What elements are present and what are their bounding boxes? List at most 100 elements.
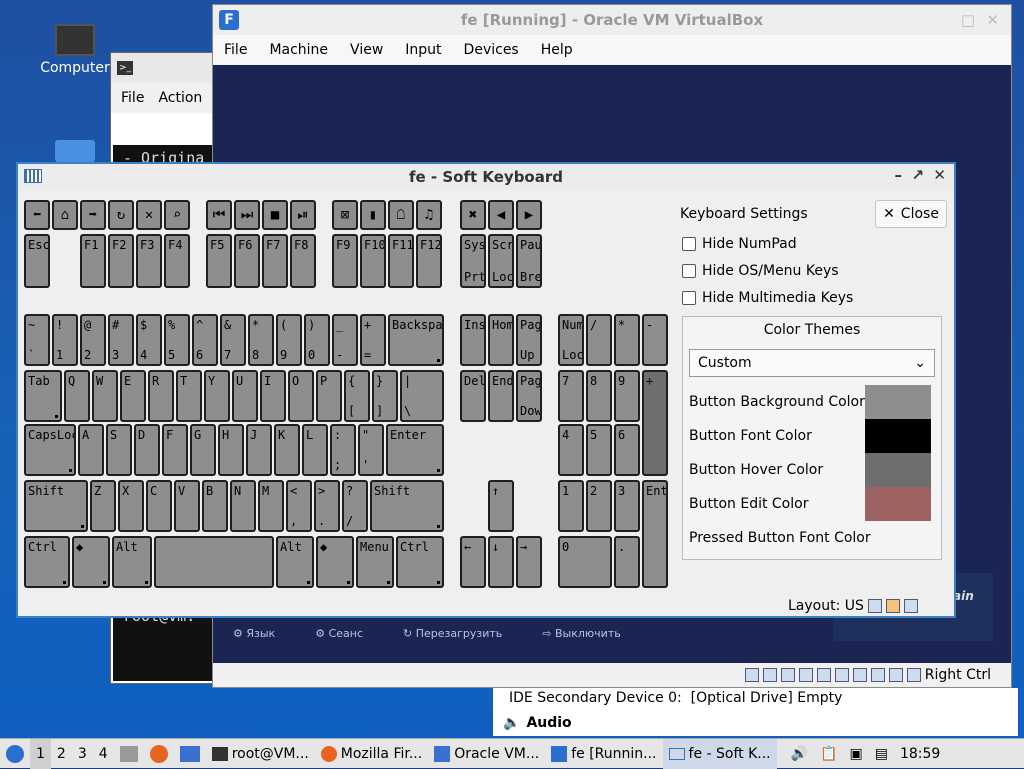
numlock-key[interactable]: NumLock [558, 314, 584, 366]
arrow-left-key[interactable]: ← [460, 536, 486, 588]
task-terminal[interactable]: root@VM... [206, 739, 315, 769]
vbox-menu-view[interactable]: View [339, 42, 394, 58]
multimedia-key[interactable]: ↻ [108, 200, 134, 230]
function-key-f3[interactable]: F3 [136, 234, 162, 288]
function-key-f4[interactable]: F4 [164, 234, 190, 288]
workspace-4[interactable]: 4 [93, 739, 114, 769]
key-l[interactable]: L [302, 424, 328, 476]
workspace-1[interactable]: 1 [30, 738, 51, 769]
file-manager-launcher[interactable] [114, 739, 144, 769]
firefox-launcher[interactable] [144, 739, 174, 769]
key-a[interactable]: A [78, 424, 104, 476]
vm-language-item[interactable]: ⚙ Язык [233, 627, 275, 640]
multimedia-key[interactable]: ♫ [416, 200, 442, 230]
key-x[interactable]: X [118, 480, 144, 532]
key-r[interactable]: R [148, 370, 174, 422]
tray-volume-icon[interactable]: 🔊 [785, 739, 814, 769]
key-4[interactable]: $4 [136, 314, 162, 366]
vbox-menu-input[interactable]: Input [394, 42, 452, 58]
keyboard-capture-icon[interactable] [906, 668, 921, 682]
display-status-icon[interactable] [834, 668, 849, 682]
button-font-color-row[interactable]: Button Font Color [689, 419, 937, 453]
color-swatch[interactable] [865, 453, 931, 487]
terminal-titlebar[interactable]: >_ [111, 53, 219, 83]
key-9[interactable]: (9 [276, 314, 302, 366]
hide-os-menu-keys-checkbox[interactable]: Hide OS/Menu Keys [682, 263, 853, 279]
key-c[interactable]: C [146, 480, 172, 532]
left-shift-key[interactable]: Shift [24, 480, 88, 532]
home-key[interactable]: Home [488, 314, 514, 366]
shared-folder-icon[interactable] [816, 668, 831, 682]
key-6[interactable]: ^ 6 [192, 314, 218, 366]
bracket-key[interactable]: }] [372, 370, 398, 422]
numpad-0-key[interactable]: 0 [558, 536, 612, 588]
key-e[interactable]: E [120, 370, 146, 422]
pause-key[interactable]: PauseBreak [516, 234, 542, 288]
key-g[interactable]: G [190, 424, 216, 476]
key-p[interactable]: P [316, 370, 342, 422]
key-t[interactable]: T [176, 370, 202, 422]
key-u[interactable]: U [232, 370, 258, 422]
insert-key[interactable]: Insert [460, 314, 486, 366]
numpad-8-key[interactable]: 8 [586, 370, 612, 422]
numpad-5-key[interactable]: 5 [586, 424, 612, 476]
key-5[interactable]: % 5 [164, 314, 190, 366]
audio-status-icon[interactable] [780, 668, 795, 682]
multimedia-key[interactable]: ➡ [80, 200, 106, 230]
color-swatch[interactable] [865, 487, 931, 521]
punct-key[interactable]: :; [330, 424, 356, 476]
numpad-divide-key[interactable]: / [586, 314, 612, 366]
key-w[interactable]: W [92, 370, 118, 422]
menu-key[interactable]: Menu [356, 536, 394, 588]
function-key-f8[interactable]: F8 [290, 234, 316, 288]
key-7[interactable]: & 7 [220, 314, 246, 366]
layout-edit-icon[interactable] [885, 599, 900, 613]
arrow-down-key[interactable]: ↓ [488, 536, 514, 588]
function-key-f10[interactable]: F10 [360, 234, 386, 288]
multimedia-key[interactable]: ⊠ [332, 200, 358, 230]
key-b[interactable]: B [202, 480, 228, 532]
arrow-right-key[interactable]: → [516, 536, 542, 588]
numpad-7-key[interactable]: 7 [558, 370, 584, 422]
key-z[interactable]: Z [90, 480, 116, 532]
theme-select[interactable]: Custom ⌄ [689, 349, 935, 377]
kbd-maximize-icon[interactable]: ↗ [911, 166, 924, 184]
multimedia-key[interactable]: ▮ [360, 200, 386, 230]
kbd-close-icon[interactable]: ✕ [933, 166, 946, 184]
key-h[interactable]: H [218, 424, 244, 476]
tray-vm-icon[interactable]: ▤ [869, 739, 894, 769]
key-3[interactable]: #3 [108, 314, 134, 366]
key-y[interactable]: Y [204, 370, 230, 422]
key-8[interactable]: * 8 [248, 314, 274, 366]
punct-key[interactable]: ? / [342, 480, 368, 532]
terminal-menu-action[interactable]: Action [158, 90, 202, 106]
key-v[interactable]: V [174, 480, 200, 532]
bracket-key[interactable]: {[ [344, 370, 370, 422]
hide-numpad-checkbox[interactable]: Hide NumPad [682, 236, 853, 252]
usb-status-icon[interactable] [798, 668, 813, 682]
function-key-f6[interactable]: F6 [234, 234, 260, 288]
multimedia-key[interactable]: ⏯ [290, 200, 316, 230]
punct-key[interactable]: " ' [358, 424, 384, 476]
color-swatch[interactable] [865, 385, 931, 419]
space-key[interactable] [154, 536, 274, 588]
function-key-f5[interactable]: F5 [206, 234, 232, 288]
key-1[interactable]: ! 1 [52, 314, 78, 366]
computer-desktop-icon[interactable]: Computer [30, 20, 120, 76]
optical-status-icon[interactable] [762, 668, 777, 682]
multimedia-key[interactable]: ⌂ [52, 200, 78, 230]
multimedia-key[interactable]: ■ [262, 200, 288, 230]
vbox-close-icon[interactable]: ✕ [986, 11, 999, 29]
close-button[interactable]: ✕ Close [875, 200, 947, 228]
vbox-titlebar[interactable]: F fe [Running] - Oracle VM VirtualBox □ … [213, 5, 1011, 35]
button-background-color-row[interactable]: Button Background Color [689, 385, 937, 419]
backslash-key[interactable]: | \ [400, 370, 444, 422]
multimedia-key[interactable]: ⌕ [164, 200, 190, 230]
numpad-plus-key[interactable]: + [642, 370, 668, 476]
button-edit-color-row[interactable]: Button Edit Color [689, 487, 937, 521]
vbox-menu-machine[interactable]: Machine [258, 42, 339, 58]
key-s[interactable]: S [106, 424, 132, 476]
task-virtualbox-manager[interactable]: Oracle VM... [428, 739, 545, 769]
multimedia-key[interactable]: ▶ [516, 200, 542, 230]
task-vm-running[interactable]: fe [Runnin... [545, 739, 662, 769]
